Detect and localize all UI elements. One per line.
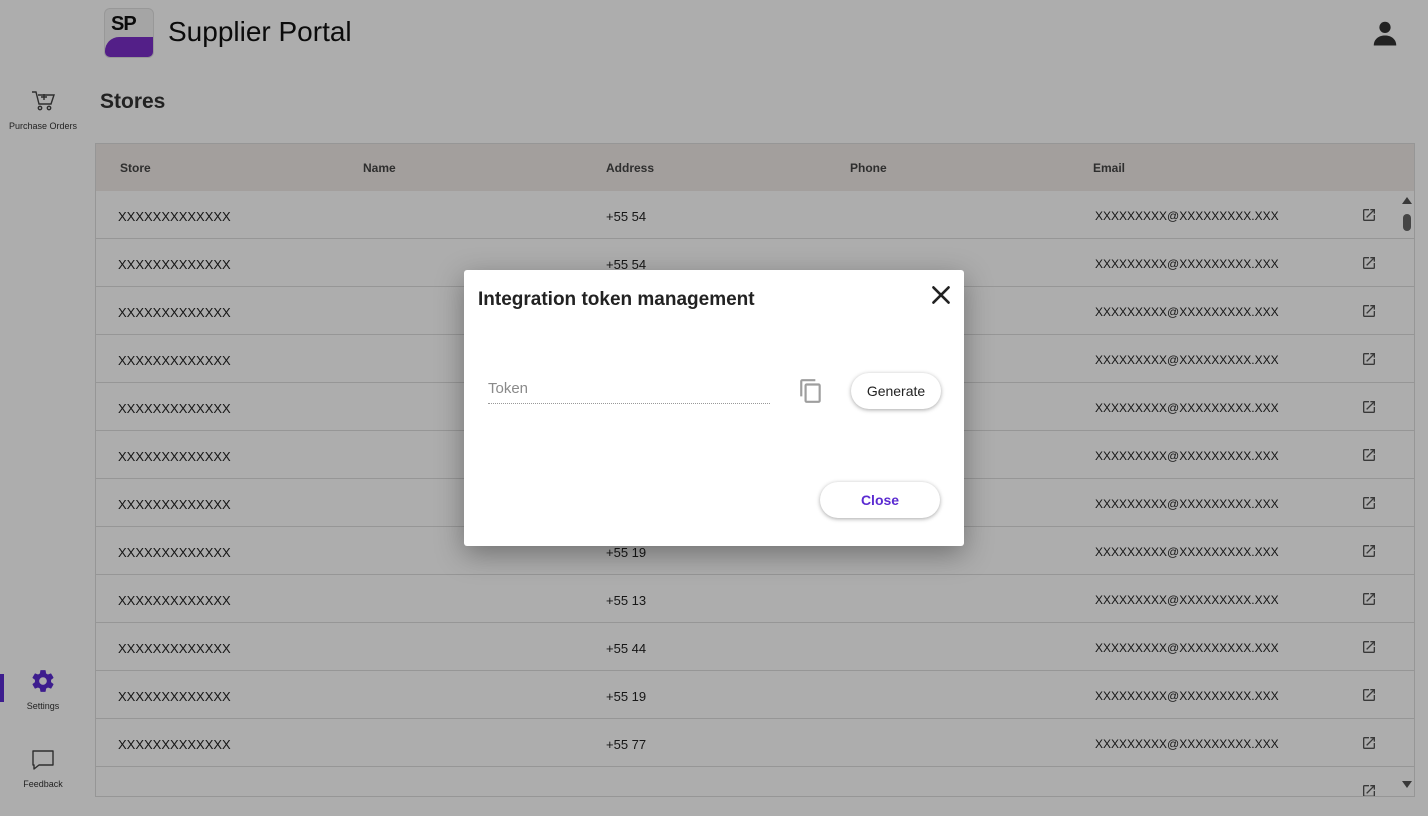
integration-token-dialog: Integration token management Generate Cl… [464,270,964,546]
token-input[interactable] [488,374,770,404]
close-button[interactable]: Close [820,482,940,518]
copy-icon[interactable] [798,378,824,404]
app-root: SP Supplier Portal Purchase Orders Setti… [0,0,1428,816]
dialog-title: Integration token management [478,289,755,310]
close-icon[interactable] [928,282,954,308]
generate-button[interactable]: Generate [851,373,941,409]
